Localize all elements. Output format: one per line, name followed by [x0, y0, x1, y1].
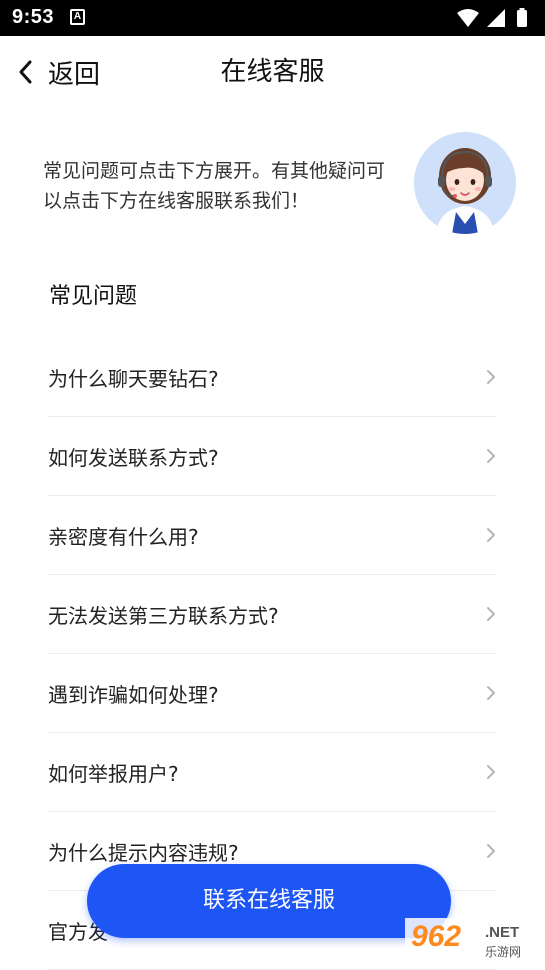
watermark-sub: 乐游网	[485, 945, 522, 959]
faq-question: 亲密度有什么用?	[48, 524, 199, 549]
faq-question: 遇到诈骗如何处理?	[48, 682, 219, 707]
faq-item[interactable]: 亲密度有什么用?	[48, 496, 496, 575]
faq-question: 为什么提示内容违规?	[48, 840, 239, 865]
chevron-right-icon	[474, 448, 496, 464]
notification-icon: A	[70, 9, 85, 25]
faq-question: 无法发送第三方联系方式?	[48, 603, 279, 628]
intro-text: 常见问题可点击下方展开。有其他疑问可以点击下方在线客服联系我们！	[43, 160, 386, 212]
faq-item[interactable]: 无法发送第三方联系方式?	[48, 575, 496, 654]
watermark-net: .NET	[485, 924, 520, 941]
battery-icon	[517, 8, 527, 27]
status-icons	[455, 7, 535, 29]
status-time: 9:53	[12, 6, 55, 28]
chevron-right-icon	[474, 527, 496, 543]
status-bar: 9:53 A	[0, 0, 545, 36]
chevron-right-icon	[474, 764, 496, 780]
faq-item[interactable]: 遇到诈骗如何处理?	[48, 654, 496, 733]
page-title: 在线客服	[220, 57, 325, 87]
faq-heading: 常见问题	[49, 284, 138, 309]
chevron-right-icon	[474, 369, 496, 385]
agent-avatar-icon	[414, 132, 516, 234]
watermark-number: 962	[411, 920, 462, 953]
faq-question: 如何举报用户?	[48, 761, 179, 786]
faq-question: 如何发送联系方式?	[48, 445, 219, 470]
chevron-right-icon	[474, 606, 496, 622]
signal-icon	[487, 9, 505, 27]
customer-service-avatar	[414, 132, 516, 234]
faq-question: 为什么聊天要钻石?	[48, 366, 219, 391]
watermark-logo: 962 .NET 乐游网	[405, 918, 541, 964]
chevron-right-icon	[474, 843, 496, 859]
navigation-bar: 返回 在线客服	[0, 36, 545, 110]
faq-item[interactable]: 如何发送联系方式?	[48, 417, 496, 496]
faq-item[interactable]: 为什么聊天要钻石?	[48, 338, 496, 417]
contact-online-service-button[interactable]: 联系在线客服	[87, 864, 451, 938]
faq-item[interactable]: 如何举报用户?	[48, 733, 496, 812]
wifi-icon	[457, 9, 479, 27]
chevron-right-icon	[474, 685, 496, 701]
